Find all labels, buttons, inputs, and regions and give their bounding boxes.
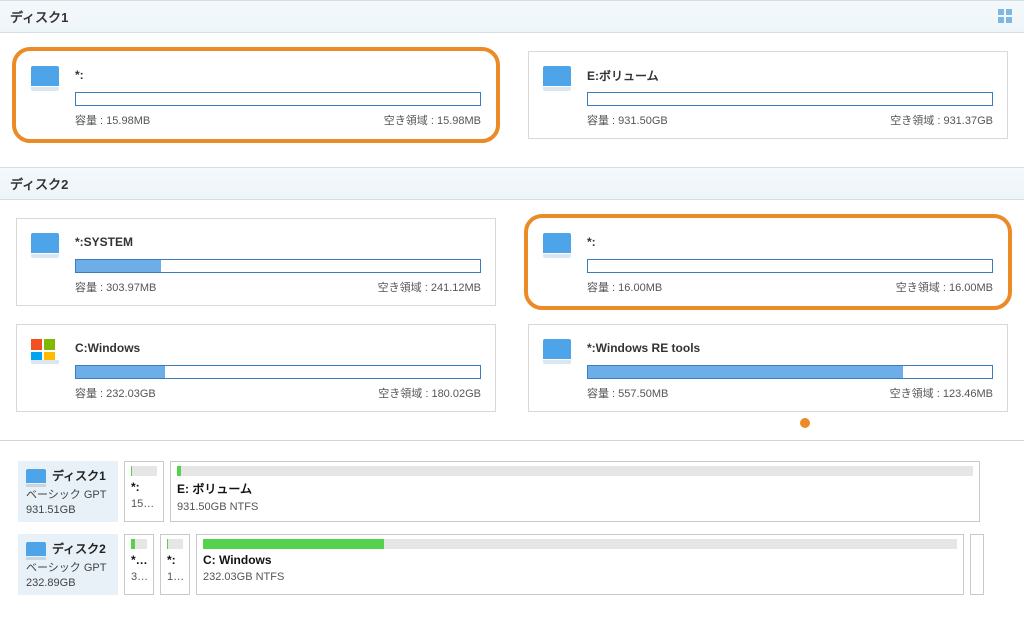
disk-section-title: ディスク2 [10,174,68,193]
segment-usage-bar [131,539,147,549]
segment-sub: 232.03GB NTFS [203,571,957,583]
capacity-label: 容量 : 931.50GB [587,112,668,128]
segment-usage-fill [131,466,132,476]
segment-usage-bar [177,466,973,476]
disk-section-header: ディスク1 [0,0,1024,33]
segment-title: E: ボリューム [177,480,973,497]
segment-usage-bar [131,466,157,476]
usage-bar-fill [588,366,903,378]
capacity-label: 容量 : 16.00MB [587,279,662,295]
disk-type: ベーシック GPT [26,559,110,575]
partition-stats: 容量 : 232.03GB 空き領域 : 180.02GB [75,385,481,401]
view-toggle-icon[interactable] [998,9,1014,25]
free-label: 空き領域 : 180.02GB [378,385,481,401]
segment-usage-fill [177,466,181,476]
partition-stats: 容量 : 931.50GB 空き領域 : 931.37GB [587,112,993,128]
usage-bar [75,259,481,273]
disk-map-segment[interactable]: *: 16… [160,534,190,595]
disk-info: ディスク2 ベーシック GPT 232.89GB [18,534,118,595]
disk-map-row[interactable]: ディスク2 ベーシック GPT 232.89GB *… 30… *: 16… C: Windo… [0,528,1024,601]
disk-section-title: ディスク1 [10,7,68,26]
partition-name: *: [75,68,481,82]
usage-bar [75,365,481,379]
partition-card[interactable]: C:Windows 容量 : 232.03GB 空き領域 : 180.02GB [16,324,496,412]
segment-sub: 931.50GB NTFS [177,501,973,513]
partition-stats: 容量 : 15.98MB 空き領域 : 15.98MB [75,112,481,128]
segment-usage-fill [203,539,384,549]
partition-stats: 容量 : 303.97MB 空き領域 : 241.12MB [75,279,481,295]
partition-name: *:SYSTEM [75,235,481,249]
drive-icon [31,233,59,253]
partition-name: E:ボリューム [587,67,993,84]
free-label: 空き領域 : 931.37GB [890,112,993,128]
capacity-label: 容量 : 15.98MB [75,112,150,128]
disk-map-segment[interactable]: C: Windows 232.03GB NTFS [196,534,964,595]
drive-icon [26,542,46,556]
usage-bar [587,92,993,106]
windows-logo-icon [31,339,59,359]
partition-stats: 容量 : 557.50MB 空き領域 : 123.46MB [587,385,993,401]
disk-name: ディスク1 [52,467,106,484]
partition-card[interactable]: *: 容量 : 16.00MB 空き領域 : 16.00MB [528,218,1008,306]
partition-name: *:Windows RE tools [587,341,993,355]
free-label: 空き領域 : 241.12MB [378,279,481,295]
segment-title: *… [131,553,147,567]
disk-info: ディスク1 ベーシック GPT 931.51GB [18,461,118,522]
disk-section-header: ディスク2 [0,167,1024,200]
free-label: 空き領域 : 15.98MB [384,112,481,128]
usage-bar-fill [76,260,161,272]
drive-icon [543,66,571,86]
drive-icon [543,233,571,253]
disk-map-segment[interactable]: 5. [970,534,984,595]
usage-bar [587,365,993,379]
drive-icon [31,66,59,86]
disk-name: ディスク2 [52,540,106,557]
usage-bar [587,259,993,273]
partition-stats: 容量 : 16.00MB 空き領域 : 16.00MB [587,279,993,295]
free-label: 空き領域 : 16.00MB [896,279,993,295]
capacity-label: 容量 : 232.03GB [75,385,156,401]
segment-title: *: [131,480,157,494]
partition-card-area: *:SYSTEM 容量 : 303.97MB 空き領域 : 241.12MB *: 容量… [0,200,1024,440]
segment-usage-fill [131,539,135,549]
disk-map-segment[interactable]: *… 30… [124,534,154,595]
disk-size: 232.89GB [26,577,110,589]
usage-bar-fill [76,366,165,378]
segment-sub: 30… [131,571,147,583]
segment-usage-bar [203,539,957,549]
segment-usage-bar [167,539,183,549]
disk-type: ベーシック GPT [26,486,110,502]
partition-card[interactable]: *:Windows RE tools 容量 : 557.50MB 空き領域 : 12… [528,324,1008,412]
disk-map-row[interactable]: ディスク1 ベーシック GPT 931.51GB *: 15… E: ボリューム 931.5… [0,455,1024,528]
annotation-dot [800,418,810,428]
drive-icon [543,339,571,359]
segment-sub: 15… [131,498,157,510]
segment-sub: 16… [167,571,183,583]
partition-card[interactable]: *: 容量 : 15.98MB 空き領域 : 15.98MB [16,51,496,139]
drive-icon [26,469,46,483]
disk-map-segment[interactable]: *: 15… [124,461,164,522]
capacity-label: 容量 : 303.97MB [75,279,156,295]
usage-bar [75,92,481,106]
segment-title: *: [167,553,183,567]
partition-name: *: [587,235,993,249]
free-label: 空き領域 : 123.46MB [890,385,993,401]
disk-size: 931.51GB [26,504,110,516]
disk-map: ディスク1 ベーシック GPT 931.51GB *: 15… E: ボリューム 931.5… [0,440,1024,601]
disk-map-segment[interactable]: E: ボリューム 931.50GB NTFS [170,461,980,522]
partition-name: C:Windows [75,341,481,355]
capacity-label: 容量 : 557.50MB [587,385,668,401]
segment-title: C: Windows [203,553,957,567]
partition-card[interactable]: *:SYSTEM 容量 : 303.97MB 空き領域 : 241.12MB [16,218,496,306]
partition-card-area: *:容量 : 15.98MB空き領域 : 15.98MBE:ボリューム容量 : … [0,33,1024,167]
partition-card[interactable]: E:ボリューム容量 : 931.50GB 空き領域 : 931.37GB [528,51,1008,139]
